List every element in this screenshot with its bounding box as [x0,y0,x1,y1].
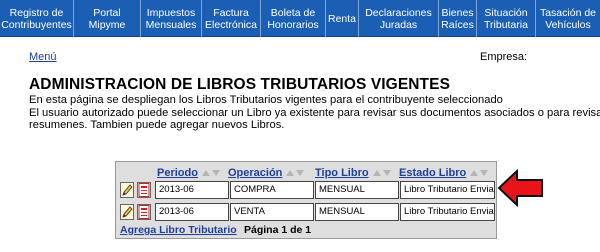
cell-periodo[interactable]: 2013-06 [155,203,229,221]
nav-registro-contribuyentes[interactable]: Registro de Contribuyentes [0,0,74,37]
description-line-1: En esta página se despliegan los Libros … [29,94,503,106]
nav-impuestos-mensuales[interactable]: Impuestos Mensuales [141,0,202,37]
table-row: 2013-06 VENTA MENSUAL Libro Tributario E… [119,203,495,221]
sort-arrows-icon[interactable] [372,169,391,176]
add-book-link[interactable]: Agrega Libro Tributario [120,224,237,236]
column-header-estado-libro-label: Estado Libro [399,166,467,179]
cell-tipo-libro[interactable]: MENSUAL [315,181,399,199]
column-header-operacion-label: Operación [228,166,283,179]
sort-arrows-icon[interactable] [201,169,220,176]
column-header-periodo-label: Periodo [157,166,198,179]
column-header-tipo-libro[interactable]: Tipo Libro [315,166,391,179]
sort-arrows-icon[interactable] [286,169,305,176]
empresa-label: Empresa: [480,51,528,63]
cell-tipo-libro[interactable]: MENSUAL [315,203,399,221]
page-description: En esta página se despliegan los Libros … [29,94,600,132]
nav-portal-mipyme[interactable]: Portal Mipyme [74,0,141,37]
red-arrow-icon [497,169,543,207]
table-row: 2013-06 COMPRA MENSUAL Libro Tributario … [119,181,495,199]
page-title: ADMINISTRACION DE LIBROS TRIBUTARIOS VIG… [29,76,451,93]
nav-bienes-raices[interactable]: Bienes Raíces [439,0,477,37]
sort-arrows-icon[interactable] [470,169,489,176]
top-navbar: Registro de Contribuyentes Portal Mipyme… [0,0,600,37]
nav-factura-electronica[interactable]: Factura Electrónica [202,0,261,37]
pencil-edit-icon[interactable] [120,182,134,198]
menu-link[interactable]: Menú [29,51,57,63]
description-line-3: resumenes. Tambien puede agregar nuevos … [29,119,285,132]
description-line-2: El usuario autorizado puede seleccionar … [29,106,600,119]
pencil-edit-icon[interactable] [120,204,134,220]
cell-operacion[interactable]: VENTA [230,203,314,221]
column-header-periodo[interactable]: Periodo [157,166,220,179]
cell-periodo[interactable]: 2013-06 [155,181,229,199]
nav-boleta-honorarios[interactable]: Boleta de Honorarios [261,0,326,37]
cell-estado-libro[interactable]: Libro Tributario Enviado [400,203,495,221]
cell-operacion[interactable]: COMPRA [230,181,314,199]
nav-tasacion-vehiculos[interactable]: Tasación de Vehículos [536,0,600,37]
column-header-operacion[interactable]: Operación [228,166,305,179]
pdf-document-icon[interactable] [137,182,151,198]
nav-situacion-tributaria[interactable]: Situación Tributaria [477,0,536,37]
cell-estado-libro[interactable]: Libro Tributario Enviado [400,181,495,199]
nav-renta[interactable]: Renta [326,0,359,37]
books-table: Periodo Operación Tipo Libro Estado Libr… [115,161,497,239]
column-header-estado-libro[interactable]: Estado Libro [399,166,489,179]
pdf-document-icon[interactable] [137,204,151,220]
nav-declaraciones-juradas[interactable]: Declaraciones Juradas [359,0,439,37]
pagination-info: Página 1 de 1 [244,224,312,236]
column-header-tipo-libro-label: Tipo Libro [315,166,369,179]
